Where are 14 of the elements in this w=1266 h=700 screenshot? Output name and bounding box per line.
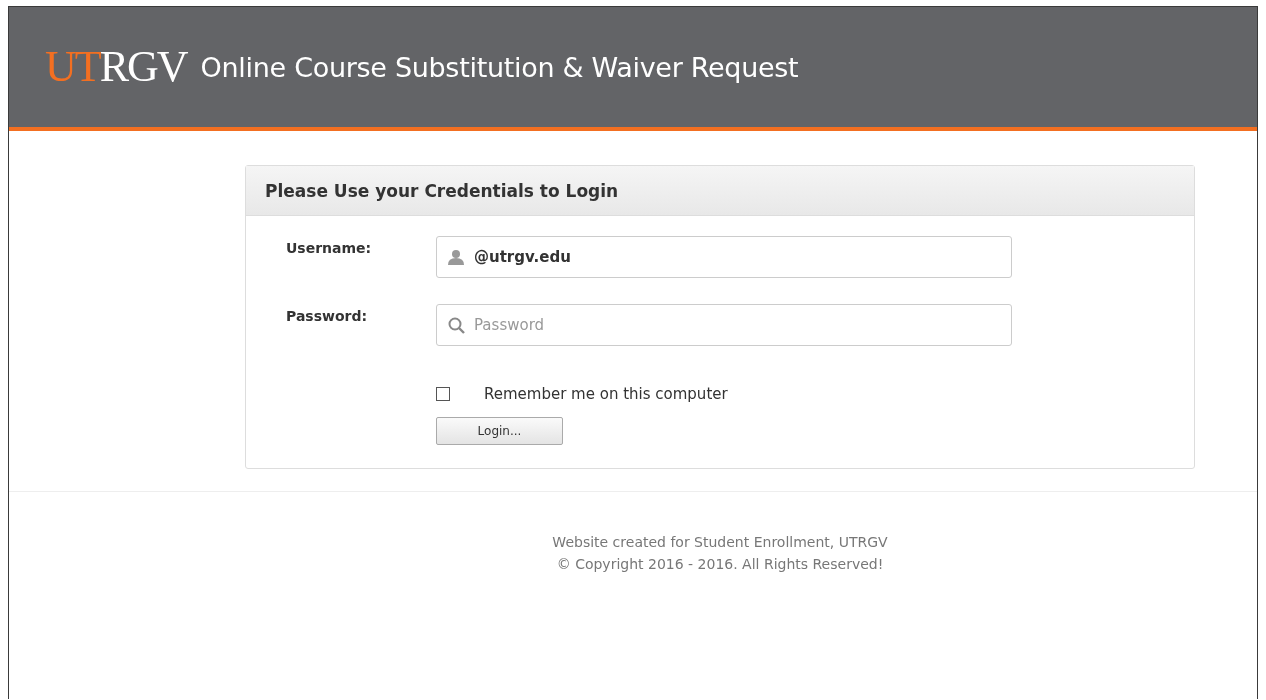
footer-text: Website created for Student Enrollment, UTRGV — [552, 534, 888, 550]
field-label: Password: — [286, 307, 369, 326]
user-icon — [448, 249, 464, 265]
password-field[interactable]: Password — [436, 304, 1012, 346]
login-button[interactable]: Login... — [436, 417, 563, 445]
footer-text: © Copyright 2016 - 2016. All Rights Reserved! — [556, 556, 884, 572]
page-title: Online Course Substitution & Waiver Request — [200, 51, 799, 83]
panel-title: Please Use your Credentials to Login — [265, 180, 619, 201]
search-icon — [448, 317, 465, 334]
field-label: Username: — [286, 239, 373, 258]
username-field[interactable]: @utrgv.edu — [436, 236, 1012, 278]
checkbox-label: Remember me on this computer — [484, 385, 728, 403]
checkbox[interactable] — [436, 387, 450, 401]
logo-text[interactable]: UTRGV — [45, 45, 187, 89]
